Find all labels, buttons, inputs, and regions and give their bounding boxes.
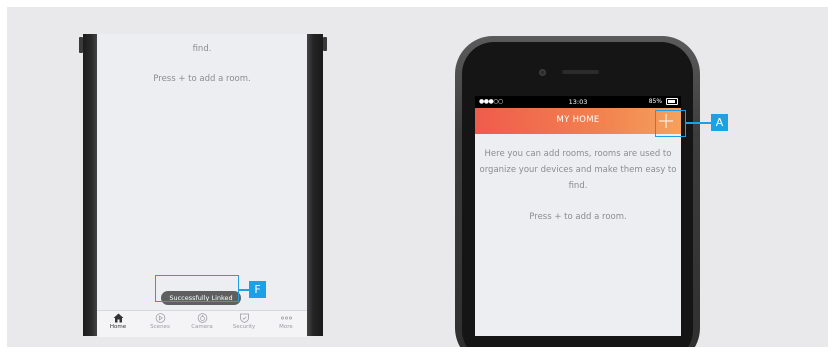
page-title: MY HOME — [556, 115, 600, 125]
tab-security[interactable]: Security — [224, 311, 264, 330]
callout-a-connector — [686, 122, 711, 124]
left-phone-bezel-left — [83, 34, 97, 336]
callout-a-label: A — [711, 114, 728, 131]
battery-indicator: 85% — [649, 98, 678, 105]
front-camera — [539, 69, 546, 76]
tab-more-label: More — [279, 324, 293, 330]
tab-camera-label: Camera — [191, 324, 213, 330]
tab-home-label: Home — [109, 324, 127, 330]
tab-home[interactable]: Home — [98, 311, 138, 330]
left-phone-bezel-right — [307, 34, 323, 336]
bottom-tab-bar: Home Scenes Camera Security More — [97, 310, 307, 337]
callout-f-label: F — [249, 281, 266, 298]
left-phone-power-button — [323, 37, 327, 51]
tab-scenes[interactable]: Scenes — [140, 311, 180, 330]
callout-f-highlight — [155, 275, 239, 302]
tab-camera[interactable]: Camera — [182, 311, 222, 330]
tab-security-label: Security — [232, 324, 256, 330]
press-plus-hint: Press + to add a room. — [529, 212, 627, 222]
left-description-end: find. — [192, 44, 212, 54]
battery-icon — [666, 98, 678, 105]
callout-f-connector — [239, 289, 249, 291]
earpiece-speaker — [562, 70, 599, 74]
rooms-description-line-2: organize your devices and make them easy… — [479, 165, 677, 175]
tab-more[interactable]: More — [266, 311, 306, 330]
shield-icon — [239, 313, 249, 323]
status-bar: ●●●○○ 13:03 85% — [475, 96, 681, 108]
callout-a-highlight — [655, 110, 686, 137]
illustration-canvas: find. Press + to add a room. Successfull… — [7, 7, 828, 347]
battery-percentage: 85% — [648, 98, 663, 105]
scenes-icon — [155, 313, 165, 323]
rooms-description-line-3: find. — [568, 181, 588, 191]
tab-scenes-label: Scenes — [150, 324, 170, 330]
right-phone-screen: ●●●○○ 13:03 85% MY HOME Here you can add… — [475, 96, 681, 336]
home-icon — [113, 313, 123, 323]
rooms-description-line-1: Here you can add rooms, rooms are used t… — [484, 149, 672, 159]
more-icon — [280, 316, 292, 320]
left-press-plus-hint: Press + to add a room. — [153, 74, 251, 84]
app-header: MY HOME — [475, 108, 681, 134]
camera-icon — [197, 313, 207, 323]
